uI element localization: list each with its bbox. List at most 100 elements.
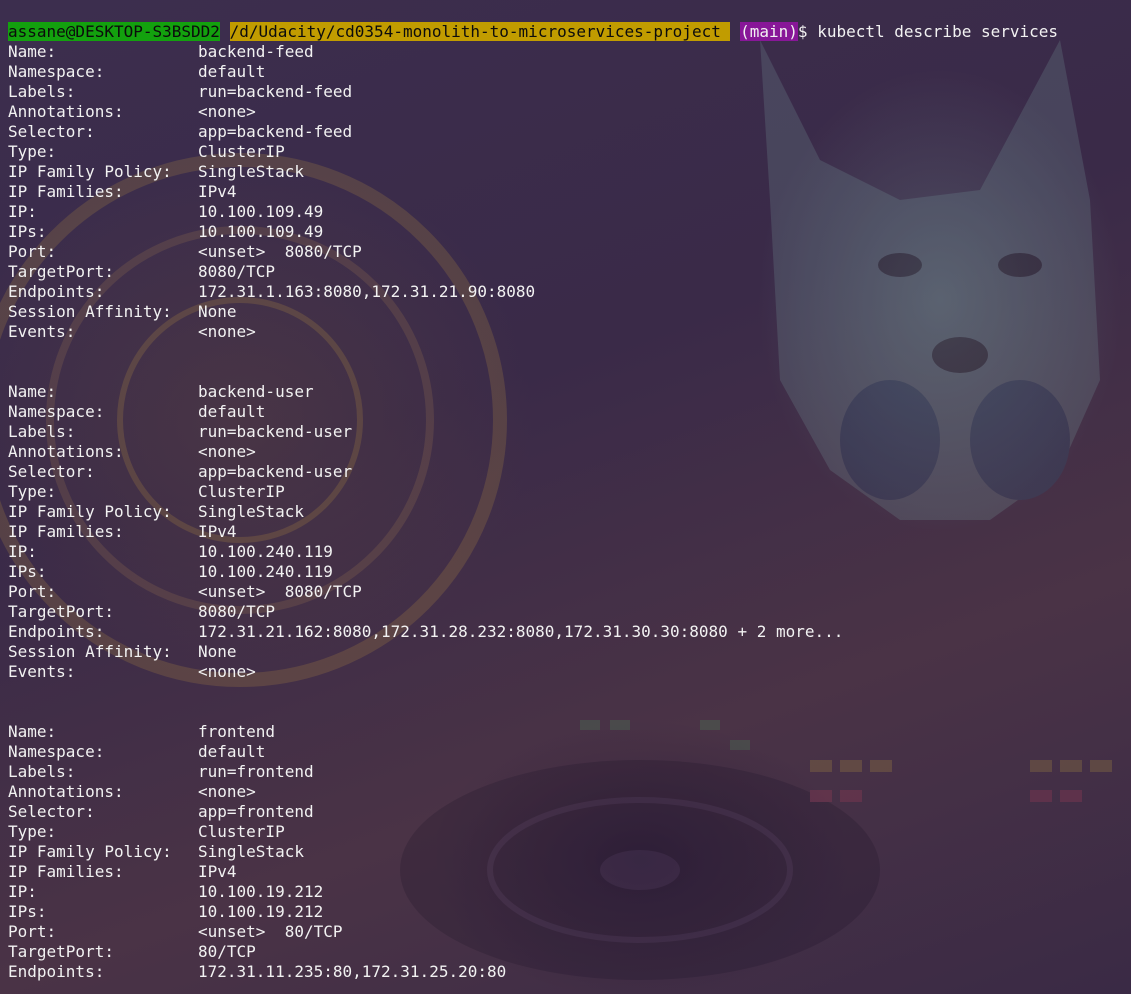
field-value: 10.100.109.49 <box>198 222 324 241</box>
terminal-output[interactable]: assane@DESKTOP-S3BSDD2 /d/Udacity/cd0354… <box>8 22 1131 982</box>
service-field-row: Type: ClusterIP <box>8 822 1131 842</box>
field-value: run=frontend <box>198 762 314 781</box>
field-key: Endpoints: <box>8 962 105 981</box>
field-key: IP Family Policy: <box>8 842 172 861</box>
service-field-row: TargetPort: 8080/TCP <box>8 602 1131 622</box>
service-field-row: IPs: 10.100.109.49 <box>8 222 1131 242</box>
field-value: 80/TCP <box>198 942 256 961</box>
field-value: 8080/TCP <box>198 262 276 281</box>
prompt-symbol: $ <box>797 22 808 41</box>
describe-services-output: Name: backend-feed Namespace: default Labels… <box>8 42 1131 982</box>
field-value: 10.100.19.212 <box>198 902 324 921</box>
service-field-row: IP Families: IPv4 <box>8 862 1131 882</box>
field-value: <unset> 8080/TCP <box>198 242 362 261</box>
service-field-row: Endpoints: 172.31.21.162:8080,172.31.28.2… <box>8 622 1131 642</box>
field-key: IPs: <box>8 222 47 241</box>
service-field-row: Type: ClusterIP <box>8 482 1131 502</box>
field-value: default <box>198 742 266 761</box>
field-key: Type: <box>8 142 57 161</box>
field-key: Name: <box>8 382 57 401</box>
service-field-row: Namespace: default <box>8 62 1131 82</box>
field-value: <none> <box>198 442 256 461</box>
field-key: TargetPort: <box>8 942 114 961</box>
field-value: backend-feed <box>198 42 314 61</box>
prompt-path: /d/Udacity/cd0354-monolith-to-microservi… <box>229 22 721 41</box>
field-key: Session Affinity: <box>8 642 172 661</box>
field-key: IPs: <box>8 562 47 581</box>
field-value: SingleStack <box>198 842 304 861</box>
field-value: 8080/TCP <box>198 602 276 621</box>
prompt-branch: (main) <box>740 22 798 41</box>
field-key: Endpoints: <box>8 282 105 301</box>
service-field-row: IP Families: IPv4 <box>8 182 1131 202</box>
field-value: None <box>198 642 237 661</box>
service-field-row: Type: ClusterIP <box>8 142 1131 162</box>
field-key: Name: <box>8 42 57 61</box>
service-block: Name: frontend Namespace: default Labels: run… <box>8 722 1131 982</box>
field-key: IP Families: <box>8 182 124 201</box>
field-key: IP Families: <box>8 522 124 541</box>
field-value: default <box>198 402 266 421</box>
field-key: TargetPort: <box>8 262 114 281</box>
field-value: 10.100.19.212 <box>198 882 324 901</box>
field-key: IPs: <box>8 902 47 921</box>
field-value: 172.31.1.163:8080,172.31.21.90:8080 <box>198 282 536 301</box>
field-key: Labels: <box>8 422 76 441</box>
service-field-row: Port: <unset> 8080/TCP <box>8 242 1131 262</box>
field-value: <none> <box>198 102 256 121</box>
field-key: IP Family Policy: <box>8 162 172 181</box>
field-value: ClusterIP <box>198 482 285 501</box>
field-key: Selector: <box>8 122 95 141</box>
field-key: IP Families: <box>8 862 124 881</box>
service-field-row: IP: 10.100.240.119 <box>8 542 1131 562</box>
service-field-row: IP Families: IPv4 <box>8 522 1131 542</box>
service-field-row: Namespace: default <box>8 402 1131 422</box>
service-block: Name: backend-feed Namespace: default Labels… <box>8 42 1131 342</box>
field-key: Namespace: <box>8 402 105 421</box>
service-field-row: Endpoints: 172.31.11.235:80,172.31.25.20:… <box>8 962 1131 982</box>
service-field-row: Selector: app=backend-user <box>8 462 1131 482</box>
field-value: <unset> 8080/TCP <box>198 582 362 601</box>
service-field-row: Labels: run=backend-feed <box>8 82 1131 102</box>
service-field-row: Port: <unset> 80/TCP <box>8 922 1131 942</box>
field-value: app=backend-feed <box>198 122 353 141</box>
prompt-command: kubectl describe services <box>817 22 1059 41</box>
service-field-row: Events: <none> <box>8 322 1131 342</box>
field-key: Labels: <box>8 762 76 781</box>
field-value: IPv4 <box>198 862 237 881</box>
field-value: run=backend-user <box>198 422 353 441</box>
field-value: IPv4 <box>198 182 237 201</box>
service-field-row: Namespace: default <box>8 742 1131 762</box>
shell-prompt: assane@DESKTOP-S3BSDD2 /d/Udacity/cd0354… <box>8 22 1131 42</box>
service-field-row: Selector: app=backend-feed <box>8 122 1131 142</box>
field-key: Annotations: <box>8 782 124 801</box>
service-field-row: IP Family Policy: SingleStack <box>8 502 1131 522</box>
service-field-row: Name: backend-feed <box>8 42 1131 62</box>
service-field-row: Session Affinity: None <box>8 302 1131 322</box>
service-field-row: Name: frontend <box>8 722 1131 742</box>
terminal-window[interactable]: assane@DESKTOP-S3BSDD2 /d/Udacity/cd0354… <box>0 0 1131 994</box>
service-field-row: Session Affinity: None <box>8 642 1131 662</box>
field-key: Selector: <box>8 802 95 821</box>
field-key: Selector: <box>8 462 95 481</box>
service-field-row: Port: <unset> 8080/TCP <box>8 582 1131 602</box>
field-key: Labels: <box>8 82 76 101</box>
service-field-row: IPs: 10.100.240.119 <box>8 562 1131 582</box>
field-key: Port: <box>8 922 57 941</box>
service-block: Name: backend-user Namespace: default Labels… <box>8 382 1131 682</box>
field-value: 172.31.21.162:8080,172.31.28.232:8080,17… <box>198 622 844 641</box>
service-field-row: Events: <none> <box>8 662 1131 682</box>
field-value: backend-user <box>198 382 314 401</box>
field-value: IPv4 <box>198 522 237 541</box>
field-key: IP: <box>8 202 37 221</box>
field-key: Port: <box>8 242 57 261</box>
service-field-row: Selector: app=frontend <box>8 802 1131 822</box>
field-key: Session Affinity: <box>8 302 172 321</box>
field-value: 10.100.240.119 <box>198 542 333 561</box>
field-value: app=backend-user <box>198 462 353 481</box>
field-value: app=frontend <box>198 802 314 821</box>
prompt-user-host: assane@DESKTOP-S3BSDD2 <box>8 22 220 41</box>
